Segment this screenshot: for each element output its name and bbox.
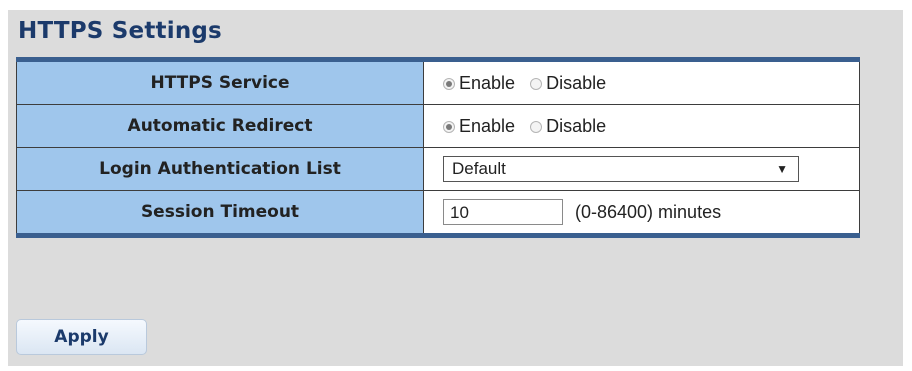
auto-redirect-enable-radio[interactable] bbox=[443, 120, 455, 133]
https-service-disable-label: Disable bbox=[546, 72, 607, 93]
https-service-label: HTTPS Service bbox=[16, 59, 424, 105]
session-timeout-input[interactable]: 10 bbox=[443, 199, 563, 225]
auto-redirect-disable-option[interactable]: Disable bbox=[530, 116, 606, 136]
auto-redirect-disable-radio[interactable] bbox=[530, 120, 543, 133]
auto-redirect-options: Enable Disable bbox=[423, 104, 860, 148]
page-title: HTTPS Settings bbox=[18, 18, 222, 44]
table-row: HTTPS Service Enable Disable bbox=[16, 59, 860, 105]
https-service-disable-radio[interactable] bbox=[530, 77, 543, 90]
apply-button[interactable]: Apply bbox=[16, 319, 147, 355]
settings-table: HTTPS Service Enable Disable Automatic R… bbox=[16, 57, 860, 238]
https-service-options: Enable Disable bbox=[423, 59, 860, 105]
session-timeout-hint: (0-86400) minutes bbox=[575, 201, 722, 222]
https-service-disable-option[interactable]: Disable bbox=[530, 73, 606, 93]
auto-redirect-enable-label: Enable bbox=[459, 115, 516, 136]
session-timeout-cell: 10 (0-86400) minutes bbox=[423, 190, 860, 236]
login-auth-list-select[interactable]: Default ▼ bbox=[443, 156, 799, 182]
auto-redirect-disable-label: Disable bbox=[546, 115, 607, 136]
login-auth-list-cell: Default ▼ bbox=[423, 147, 860, 191]
https-service-enable-label: Enable bbox=[459, 72, 516, 93]
login-auth-list-value: Default bbox=[452, 159, 506, 178]
auto-redirect-label: Automatic Redirect bbox=[16, 104, 424, 148]
table-row: Automatic Redirect Enable Disable bbox=[16, 104, 860, 148]
login-auth-list-label: Login Authentication List bbox=[16, 147, 424, 191]
chevron-down-icon: ▼ bbox=[776, 162, 788, 176]
table-row: Login Authentication List Default ▼ bbox=[16, 147, 860, 191]
https-service-enable-radio[interactable] bbox=[443, 77, 455, 90]
session-timeout-label: Session Timeout bbox=[16, 190, 424, 236]
https-service-enable-option[interactable]: Enable bbox=[443, 73, 520, 93]
auto-redirect-enable-option[interactable]: Enable bbox=[443, 116, 520, 136]
table-row: Session Timeout 10 (0-86400) minutes bbox=[16, 190, 860, 236]
